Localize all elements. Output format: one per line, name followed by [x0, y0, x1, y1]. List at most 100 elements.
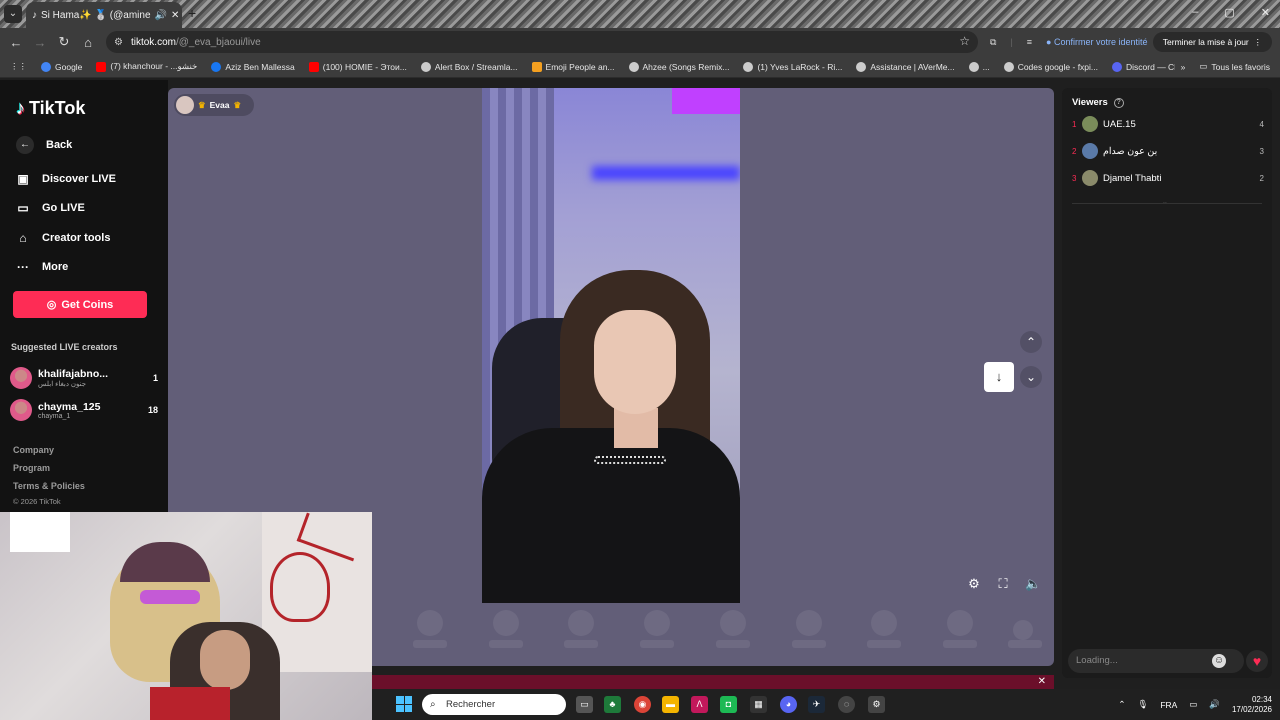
nav-more[interactable]: ··· More: [16, 260, 68, 274]
media-queue-icon[interactable]: ≡: [1027, 37, 1032, 47]
emoji-icon[interactable]: ☺: [1212, 654, 1226, 668]
nav-label: Go LIVE: [42, 202, 85, 214]
finish-update-button[interactable]: Terminer la mise à jour ⋮: [1152, 32, 1272, 52]
gift-slot[interactable]: [1013, 620, 1033, 640]
nav-go-live[interactable]: ▭ Go LIVE: [16, 201, 85, 215]
bookmarks-bar: ⋮⋮ Google (7) khanchour - ...خنشو Aziz B…: [0, 56, 1280, 78]
tab-close-icon[interactable]: ✕: [171, 10, 179, 21]
gift-slot[interactable]: [796, 610, 822, 636]
address-bar[interactable]: ⚙ tiktok.com/@_eva_bjaoui/live ☆: [106, 31, 978, 53]
taskbar-search-input[interactable]: ⌕ Rechercher: [422, 694, 566, 715]
bookmark-item[interactable]: Emoji People an...: [531, 61, 615, 72]
steam-icon[interactable]: ✈: [808, 696, 825, 713]
nav-creator-tools[interactable]: ⌂ Creator tools: [16, 231, 110, 245]
volume-icon[interactable]: 🔈: [1025, 576, 1041, 592]
video-face: [594, 310, 676, 414]
download-button[interactable]: ↓: [984, 362, 1014, 392]
reload-icon[interactable]: ↻: [52, 34, 76, 50]
bookmark-item[interactable]: Alert Box / Streamla...: [420, 61, 518, 72]
settings-gear-icon[interactable]: ⚙: [966, 576, 982, 592]
heart-icon[interactable]: ♥: [1246, 650, 1268, 672]
bookmark-item[interactable]: (1) Yves LaRock - Ri...: [743, 61, 842, 72]
speaker-icon[interactable]: 🔊: [155, 10, 167, 21]
suggested-creator[interactable]: chayma_125 chayma_1 18: [10, 397, 158, 423]
all-bookmarks-button[interactable]: » ▭ Tous les favoris: [1174, 61, 1270, 72]
chrome-icon[interactable]: ◉: [634, 696, 651, 713]
bookmark-item[interactable]: ...: [968, 61, 990, 72]
app-icon[interactable]: Λ: [691, 696, 708, 713]
footer-program-link[interactable]: Program: [13, 463, 50, 473]
volume-icon[interactable]: 🔊: [1209, 699, 1220, 710]
microphone-icon[interactable]: 🎙: [1138, 699, 1149, 710]
bookmark-item[interactable]: (7) khanchour - ...خنشو: [96, 61, 197, 72]
gift-slot[interactable]: [417, 610, 443, 636]
gift-slot[interactable]: [493, 610, 519, 636]
gift-slot[interactable]: [871, 610, 897, 636]
bookmark-label: Alert Box / Streamla...: [434, 61, 518, 72]
language-indicator[interactable]: FRA: [1160, 700, 1177, 710]
coin-icon: ◎: [46, 299, 57, 311]
network-icon[interactable]: ▭: [1189, 699, 1197, 710]
app-icon[interactable]: ◌: [838, 696, 855, 713]
discord-icon[interactable]: ◕: [780, 696, 797, 713]
previous-live-button[interactable]: ⌃: [1020, 331, 1042, 353]
next-live-button[interactable]: ⌄: [1020, 366, 1042, 388]
gift-price: [1008, 640, 1042, 648]
info-icon[interactable]: ?: [1113, 97, 1124, 108]
globe-icon: [420, 61, 431, 72]
bookmark-item[interactable]: Google: [41, 61, 83, 72]
footer-terms-link[interactable]: Terms & Policies: [13, 481, 85, 491]
verify-identity-label: Confirmer votre identité: [1053, 37, 1148, 47]
windows-taskbar: ⌕ Rechercher ▭ ♣ ◉ ▬ Λ ◘ ▦ ◕ ✈ ◌ ⚙ ⌃ 🎙 F…: [372, 689, 1280, 720]
minimize-icon[interactable]: –: [1192, 6, 1198, 19]
app-icon[interactable]: ◘: [720, 696, 737, 713]
tab-search-icon[interactable]: ⌄: [4, 5, 22, 23]
viewer-row[interactable]: 3 Djamel Thabti 2: [1072, 168, 1264, 188]
viewer-row[interactable]: 2 بن عون صدام 3: [1072, 141, 1264, 161]
extensions-icon[interactable]: ⧉: [990, 37, 996, 48]
host-chip[interactable]: ♛ Evaa ♛: [174, 94, 254, 116]
bookmark-star-icon[interactable]: ☆: [959, 34, 970, 48]
bookmark-item[interactable]: Ahzee (Songs Remix...: [628, 61, 729, 72]
tab-active[interactable]: ♪ Si Hama✨ 🥈 (@amine 🔊 ✕: [26, 2, 182, 28]
apps-grid-icon[interactable]: ⋮⋮: [10, 61, 27, 72]
close-window-icon[interactable]: ✕: [1261, 6, 1270, 19]
verify-identity-button[interactable]: ● Confirmer votre identité: [1046, 37, 1147, 47]
file-explorer-icon[interactable]: ▬: [662, 696, 679, 713]
nav-discover-live[interactable]: ▣ Discover LIVE: [16, 172, 116, 186]
footer-company-link[interactable]: Company: [13, 445, 54, 455]
close-icon[interactable]: ✕: [1038, 675, 1046, 689]
settings-gear-icon[interactable]: ⚙: [868, 696, 885, 713]
app-icon[interactable]: ▦: [750, 696, 767, 713]
maximize-icon[interactable]: ▢: [1224, 6, 1234, 19]
bookmark-item[interactable]: (100) HOMIE - Этои...: [308, 61, 407, 72]
bookmark-item[interactable]: Codes google - fxpi...: [1003, 61, 1098, 72]
fullscreen-icon[interactable]: ⛶: [995, 576, 1011, 592]
windows-start-icon[interactable]: [396, 696, 412, 712]
bookmark-item[interactable]: Assistance | AVerMe...: [856, 61, 955, 72]
bookmark-label: Aziz Ben Mallessa: [225, 61, 295, 72]
forward-arrow-icon[interactable]: →: [28, 35, 52, 50]
clock[interactable]: 02:34 17/02/2026: [1232, 695, 1272, 715]
bookmark-item[interactable]: Aziz Ben Mallessa: [211, 61, 295, 72]
new-tab-button[interactable]: +: [188, 6, 202, 20]
app-icon[interactable]: ♣: [604, 696, 621, 713]
chevron-up-icon[interactable]: ⌃: [1118, 699, 1125, 710]
gift-slot[interactable]: [568, 610, 594, 636]
chevron-down-icon[interactable]: ⌄: [1162, 198, 1168, 206]
gift-slot[interactable]: [644, 610, 670, 636]
bookmark-label: Google: [55, 61, 83, 72]
viewer-row[interactable]: 1 UAE.15 4: [1072, 114, 1264, 134]
gift-slot[interactable]: [720, 610, 746, 636]
back-arrow-icon[interactable]: ←: [4, 35, 28, 50]
suggested-creator[interactable]: khalifajabno... جنون دبغاء ابلس 1: [10, 365, 158, 391]
site-info-icon[interactable]: ⚙: [114, 37, 123, 48]
get-coins-button[interactable]: ◎ Get Coins: [13, 291, 147, 318]
home-icon[interactable]: ⌂: [76, 35, 100, 50]
live-video[interactable]: [482, 88, 740, 603]
bookmark-label: (100) HOMIE - Этои...: [322, 61, 407, 72]
task-view-icon[interactable]: ▭: [576, 696, 593, 713]
tiktok-logo[interactable]: ♪ TikTok: [16, 98, 85, 119]
back-button[interactable]: ← Back: [16, 136, 72, 154]
gift-slot[interactable]: [947, 610, 973, 636]
